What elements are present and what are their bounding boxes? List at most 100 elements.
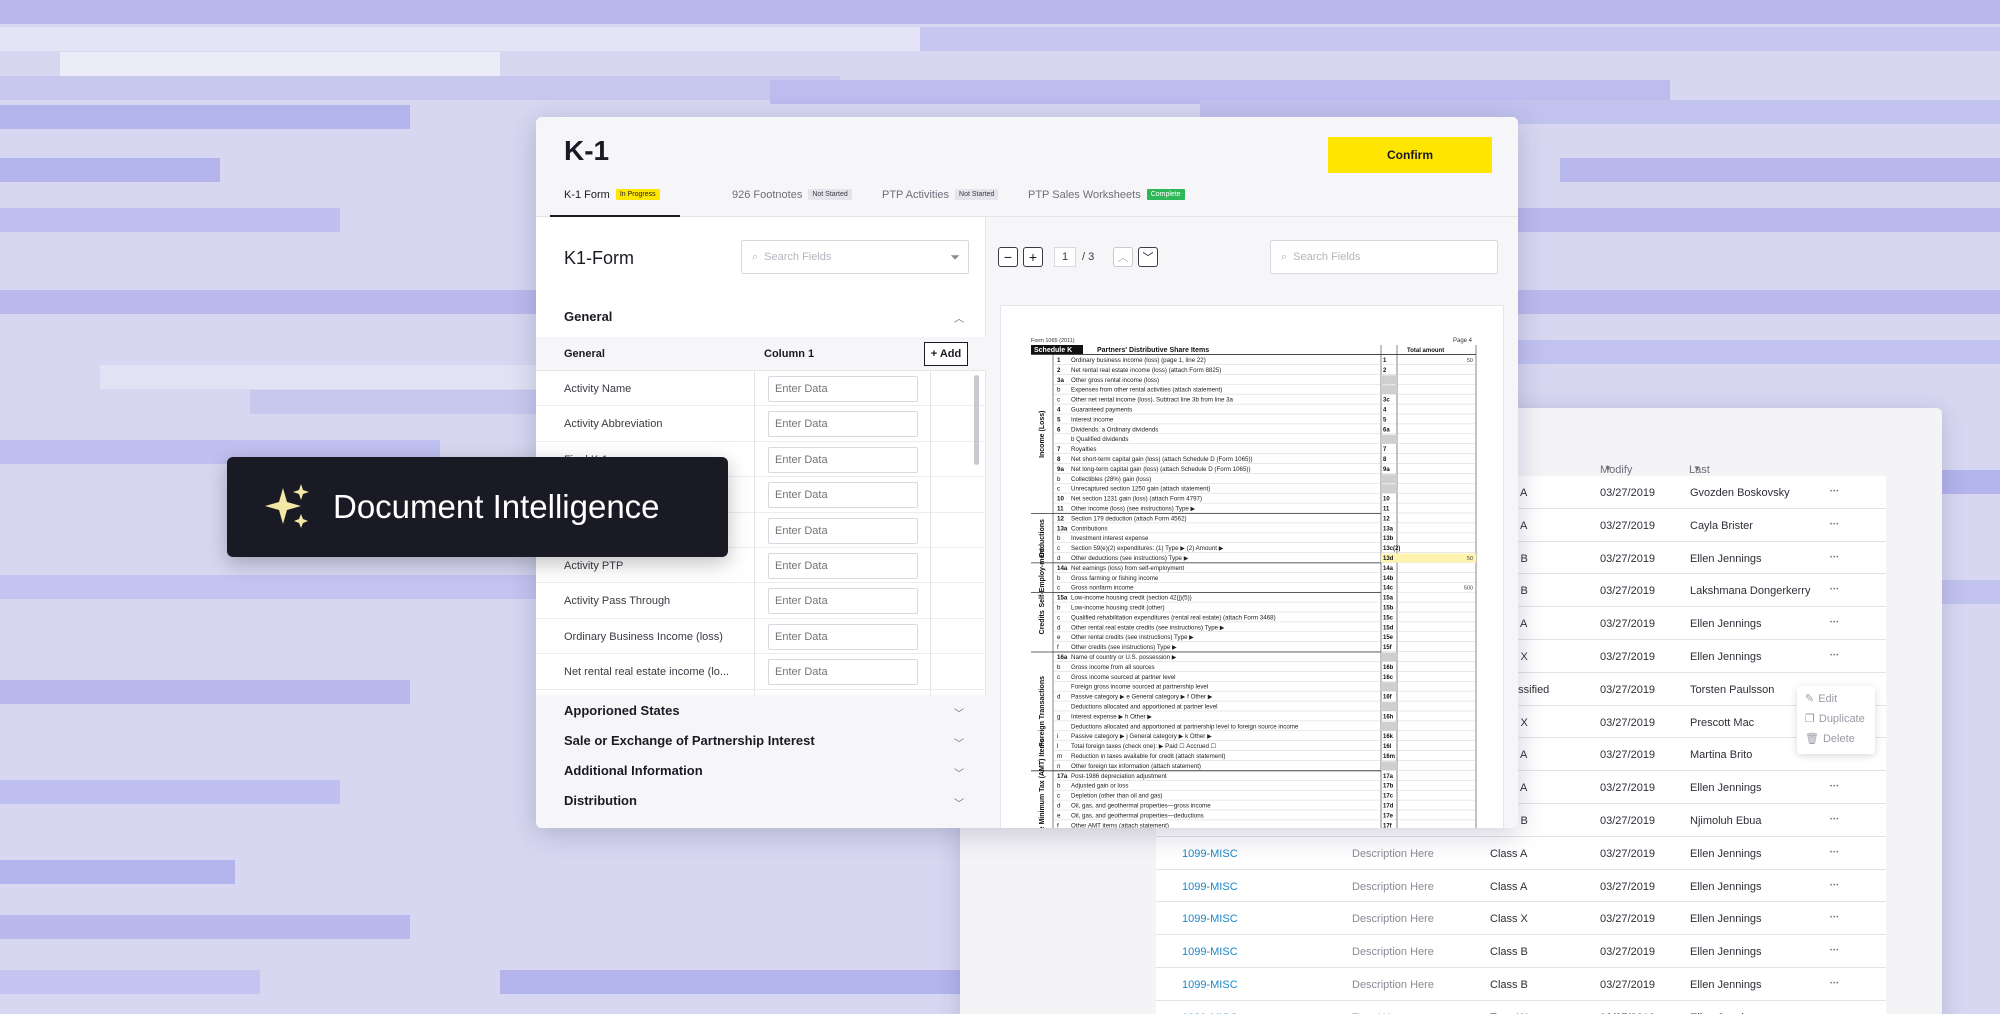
document-name-link[interactable]: 1099-MISC <box>1182 946 1238 958</box>
tab-926-footnotes[interactable]: 926 Footnotes Not Started <box>732 189 852 217</box>
field-input[interactable] <box>768 623 918 650</box>
form-line-number: c <box>1057 486 1060 493</box>
table-row[interactable]: 1099-MISC Description Here Class X 03/27/20… <box>1156 902 1886 936</box>
field-input[interactable] <box>768 588 918 615</box>
form-line-code: 16k <box>1383 734 1394 740</box>
more-horizontal-icon[interactable]: ••• <box>1830 817 1839 823</box>
field-input[interactable] <box>768 446 918 473</box>
form-line-code: 17f <box>1383 823 1393 828</box>
chevron-down-icon[interactable]: ﹀ <box>1138 247 1158 267</box>
field-row: Net rental real estate income (lo... <box>536 654 986 690</box>
form-line-amount: 50 <box>1467 556 1473 562</box>
form-line-text: Investment interest expense <box>1071 535 1149 542</box>
more-horizontal-icon[interactable]: ••• <box>1830 522 1839 528</box>
form-line-text: Oil, gas, and geothermal properties—gros… <box>1071 803 1211 810</box>
form-line-text: Interest expense ▶ h Other ▶ <box>1071 713 1152 720</box>
group-header[interactable]: Distribution <box>564 793 637 808</box>
more-horizontal-icon[interactable]: ••• <box>1830 784 1839 790</box>
modify-date: 03/27/2019 <box>1600 683 1656 696</box>
more-horizontal-icon[interactable]: ••• <box>1830 981 1839 987</box>
shaded-code-cell <box>1381 702 1397 711</box>
schedule-title: Partners' Distributive Share Items <box>1097 347 1209 354</box>
document-name-link[interactable]: 1099-MISC <box>1182 848 1238 860</box>
form-line-text: Interest income <box>1071 416 1114 423</box>
more-horizontal-icon[interactable]: ••• <box>1830 883 1839 889</box>
field-input[interactable] <box>768 517 918 544</box>
tab-k1-form[interactable]: K-1 Form In Progress <box>550 189 680 217</box>
document-name-link[interactable]: 1099-MISC <box>1182 979 1238 991</box>
row-context-menu: ✎ Edit ❐ Duplicate 🗑 Delete <box>1797 686 1875 754</box>
more-horizontal-icon[interactable]: ••• <box>1830 620 1839 626</box>
group-header[interactable]: Additional Information <box>564 763 703 778</box>
add-column-button[interactable]: + Add <box>924 342 968 366</box>
background-stripe <box>1500 340 2000 364</box>
form-line-text: Low-income housing credit (section 42(j)… <box>1071 595 1192 602</box>
field-input[interactable] <box>768 553 918 579</box>
form-line-number: b <box>1057 605 1061 612</box>
page-number-input[interactable]: 1 <box>1054 247 1076 267</box>
more-horizontal-icon[interactable]: ••• <box>1830 948 1839 954</box>
background-stripe <box>0 575 600 599</box>
form-line-text: Other foreign tax information (attach st… <box>1071 763 1201 770</box>
field-input[interactable] <box>768 659 918 686</box>
form-line-code: 6a <box>1383 427 1390 433</box>
group-header[interactable]: Apporioned States <box>564 703 680 718</box>
form-line-code: 14c <box>1383 586 1394 592</box>
document-name-link[interactable]: 1099-MISC <box>1182 881 1238 893</box>
chevron-up-icon[interactable]: ︿ <box>954 310 964 325</box>
zoom-out-button[interactable]: − <box>998 247 1018 267</box>
more-horizontal-icon[interactable]: ••• <box>1830 489 1839 495</box>
field-input[interactable] <box>768 482 918 509</box>
last-used-by: Ellen Jennings <box>1690 913 1762 926</box>
column-divider <box>930 371 931 695</box>
chevron-down-icon[interactable]: ﹀ <box>954 705 964 720</box>
field-input[interactable] <box>768 411 918 438</box>
menu-item-duplicate[interactable]: ❐ Duplicate <box>1805 712 1865 726</box>
section-side-label: Credits <box>1039 610 1046 634</box>
filter-icon[interactable]: ⏷ <box>950 250 960 265</box>
table-row[interactable]: 1099-MISC Description Here Class A 03/27/20… <box>1156 869 1886 903</box>
fields-panel-title: K1-Form <box>564 248 635 268</box>
form-line-number: f <box>1057 644 1059 651</box>
field-input[interactable] <box>768 376 918 402</box>
menu-item-delete[interactable]: 🗑 Delete <box>1805 732 1855 746</box>
more-horizontal-icon[interactable]: ••• <box>1830 587 1839 593</box>
table-row[interactable]: 1099-MISC Description Here Class B 03/27/20… <box>1156 935 1886 968</box>
form-line-text: Section 59(e)(2) expenditures: (1) Type … <box>1071 545 1224 552</box>
form-line-text: Expenses from other rental activities (a… <box>1071 387 1222 394</box>
grid-scrollbar[interactable] <box>974 375 979 465</box>
group-header[interactable]: Sale or Exchange of Partnership Interest <box>564 733 815 748</box>
tab-ptp-sales-worksheets[interactable]: PTP Sales Worksheets Complete <box>1028 189 1185 217</box>
background-stripe <box>60 52 500 76</box>
fields-search-input[interactable]: ⌕ Search Fields ⏷ <box>741 240 969 274</box>
form-line-code: 15f <box>1383 645 1393 651</box>
menu-item-edit[interactable]: ✎ Edit <box>1805 692 1837 706</box>
form-line-text: Other income (loss) (see instructions) T… <box>1071 506 1196 513</box>
more-horizontal-icon[interactable]: ••• <box>1830 555 1839 561</box>
form-line-text: Contributions <box>1071 525 1107 532</box>
table-row[interactable]: 1099-MISCTax - WagesTax - Wages03/27/201… <box>1156 1000 1886 1014</box>
modify-date: 03/27/2019 <box>1600 749 1656 762</box>
table-row[interactable]: 1099-MISC Description Here Class A 03/27/20… <box>1156 836 1886 870</box>
form-line-number: 13a <box>1057 525 1068 532</box>
document-name-link[interactable]: 1099-MISC <box>1182 913 1238 925</box>
form-line-code: 13c(2) <box>1383 546 1400 552</box>
more-horizontal-icon[interactable]: ••• <box>1830 850 1839 856</box>
document-class: Class X <box>1490 913 1528 926</box>
chevron-down-icon[interactable]: ﹀ <box>954 795 964 810</box>
zoom-in-button[interactable]: + <box>1023 247 1043 267</box>
form-line-code: 16h <box>1383 714 1394 720</box>
confirm-button[interactable]: Confirm <box>1328 137 1492 173</box>
document-search-input[interactable]: ⌕ Search Fields <box>1270 240 1498 274</box>
group-general-header[interactable]: General <box>564 309 612 324</box>
form-line-text: Passive category ▶ j General category ▶ … <box>1071 733 1212 740</box>
more-horizontal-icon[interactable]: ••• <box>1830 915 1839 921</box>
form-line-text: Name of country or U.S. possession ▶ <box>1071 654 1177 661</box>
chevron-up-icon[interactable]: ︿ <box>1113 247 1133 267</box>
more-horizontal-icon[interactable]: ••• <box>1830 653 1839 659</box>
chevron-down-icon[interactable]: ﹀ <box>954 735 964 750</box>
table-row[interactable]: 1099-MISC Description Here Class B 03/27/20… <box>1156 967 1886 1001</box>
tab-ptp-activities[interactable]: PTP Activities Not Started <box>882 189 999 217</box>
chevron-down-icon[interactable]: ﹀ <box>954 765 964 780</box>
form-line-code: 17b <box>1383 784 1394 790</box>
